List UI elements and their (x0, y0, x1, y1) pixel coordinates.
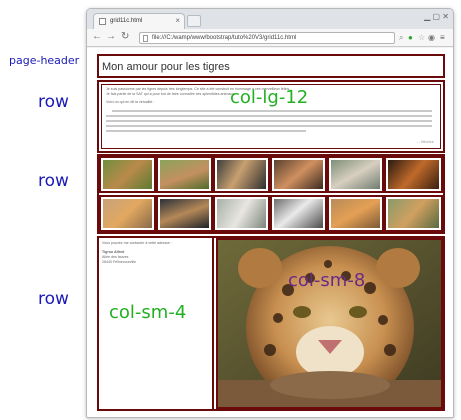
extension-icon[interactable]: ● (408, 32, 413, 43)
tiger-thumbnail (160, 160, 209, 189)
page-icon (143, 35, 148, 42)
col-sm-8-label: col-sm-8 (288, 270, 366, 291)
tiger-thumbnail (103, 160, 152, 189)
paragraph-line (106, 130, 306, 132)
thumbnail-cell[interactable] (156, 156, 213, 193)
search-icon[interactable]: ⌕ (399, 32, 403, 43)
tiger-thumbnail (160, 199, 209, 228)
tiger-thumbnail (217, 160, 266, 189)
paragraph-line (106, 120, 432, 122)
url-text: file:///C:/wamp/www/bootstrap/tuto%20V3/… (152, 35, 297, 41)
row-intro: Je suis passionné par les tigres depuis … (97, 80, 445, 153)
tiger-thumbnail (274, 160, 323, 189)
tiger-thumbnail (217, 199, 266, 228)
browser-window: grid11c.html × ▁ ▢ ✕ ← → ↻ file:///C:/wa… (86, 8, 454, 418)
thumbnail-cell[interactable] (270, 195, 327, 232)
col-lg-12: Je suis passionné par les tigres depuis … (101, 84, 441, 149)
row-gallery (97, 154, 445, 234)
menu-icon[interactable]: ≡ (440, 32, 445, 43)
page-header-annotation: page-header (9, 54, 80, 67)
thumbnail-cell[interactable] (156, 195, 213, 232)
new-tab-button[interactable] (187, 15, 201, 27)
reload-icon[interactable]: ↻ (121, 31, 129, 43)
tiger-thumbnail (331, 199, 380, 228)
thumbnail-cell[interactable] (99, 195, 156, 232)
tab-close-icon[interactable]: × (175, 16, 180, 25)
window-controls[interactable]: ▁ ▢ ✕ (424, 12, 449, 21)
contact-line: Vous pouvez me contacter à cette adresse… (102, 241, 172, 245)
forward-arrow-icon[interactable]: → (106, 31, 116, 43)
page-title: Mon amour pour les tigres (102, 61, 230, 73)
thumbnail-cell[interactable] (327, 195, 384, 232)
account-icon[interactable]: ◉ (428, 32, 435, 43)
row-content: Vous pouvez me contacter à cette adresse… (97, 236, 445, 411)
tab-strip: grid11c.html × ▁ ▢ ✕ (87, 9, 453, 29)
page-viewport: Mon amour pour les tigres Je suis passio… (87, 48, 453, 417)
tiger-thumbnail (274, 199, 323, 228)
intro-text-3: Voici un qui en dit la virtualité : (106, 100, 155, 104)
row-annotation-3: row (38, 289, 69, 309)
contact-name: Tigrou Alfred (102, 250, 125, 254)
tiger-thumbnail (388, 199, 439, 228)
page-favicon-icon (99, 18, 106, 25)
thumbnail-cell[interactable] (327, 156, 384, 193)
page-header: Mon amour pour les tigres (97, 54, 445, 78)
col-sm-4-label: col-sm-4 (109, 302, 187, 323)
thumbnail-cell[interactable] (213, 195, 270, 232)
paragraph-line (106, 125, 432, 127)
paragraph-line (106, 115, 432, 117)
contact-city: 26440 Félinecourville (102, 260, 136, 264)
thumbnail-cell[interactable] (384, 195, 443, 232)
thumbnail-cell[interactable] (213, 156, 270, 193)
back-arrow-icon[interactable]: ← (92, 31, 102, 43)
jaguar-photo (218, 240, 441, 407)
paragraph-line (112, 110, 432, 112)
browser-toolbar: ← → ↻ file:///C:/wamp/www/bootstrap/tuto… (87, 29, 453, 47)
tab-title: grid11c.html (110, 18, 143, 24)
thumbnail-cell[interactable] (384, 156, 443, 193)
star-icon[interactable]: ☆ (418, 32, 425, 43)
row-annotation-1: row (38, 92, 69, 112)
col-sm-4: Vous pouvez me contacter à cette adresse… (99, 238, 214, 409)
thumbnail-cell[interactable] (270, 156, 327, 193)
browser-tab[interactable]: grid11c.html × (93, 13, 185, 29)
col-lg-12-label: col-lg-12 (230, 87, 309, 108)
col-sm-8: col-sm-8 (216, 238, 443, 409)
tiger-thumbnail (331, 160, 380, 189)
intro-text-2: Je fais partie de la SAT qui a pour but … (106, 92, 236, 96)
thumbnail-cell[interactable] (99, 156, 156, 193)
address-bar[interactable]: file:///C:/wamp/www/bootstrap/tuto%20V3/… (139, 32, 395, 44)
signature: -- Hibeize (416, 139, 434, 144)
contact-street: Allée des fauves (102, 255, 129, 259)
tiger-thumbnail (388, 160, 439, 189)
tiger-thumbnail (103, 199, 152, 228)
row-annotation-2: row (38, 171, 69, 191)
